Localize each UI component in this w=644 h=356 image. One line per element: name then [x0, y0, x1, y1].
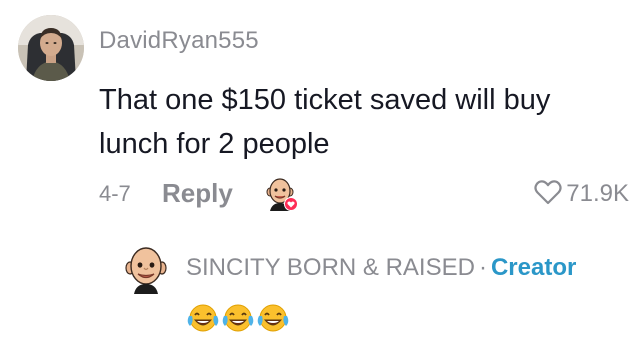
- reply-username[interactable]: SINCITY BORN & RAISED: [186, 254, 475, 281]
- reply-button[interactable]: Reply: [162, 178, 233, 209]
- comment-meta-row: 4-7 Reply 71.9K: [99, 178, 629, 212]
- reply-text: [186, 302, 290, 336]
- user-avatar[interactable]: [18, 15, 84, 81]
- creator-reply: SINCITY BORN & RAISED · Creator: [124, 242, 624, 342]
- comment-username[interactable]: DavidRyan555: [99, 27, 259, 55]
- comment-date: 4-7: [99, 181, 131, 206]
- reply-header: SINCITY BORN & RAISED · Creator: [186, 254, 576, 282]
- comment-card: DavidRyan555 That one $150 ticket saved …: [0, 0, 644, 356]
- laughing-tears-emoji: [256, 302, 290, 336]
- comment-text: That one $150 ticket saved will buy lunc…: [99, 84, 551, 160]
- laughing-tears-emoji: [221, 302, 255, 336]
- separator-dot: ·: [478, 254, 487, 281]
- laughing-tears-emoji: [186, 302, 220, 336]
- creator-liked-badge: [262, 175, 300, 213]
- creator-badge: Creator: [490, 254, 577, 281]
- creator-avatar[interactable]: [124, 246, 168, 294]
- like-count: 71.9K: [566, 180, 629, 207]
- heart-outline-icon: [534, 179, 562, 210]
- like-button[interactable]: 71.9K: [534, 179, 629, 209]
